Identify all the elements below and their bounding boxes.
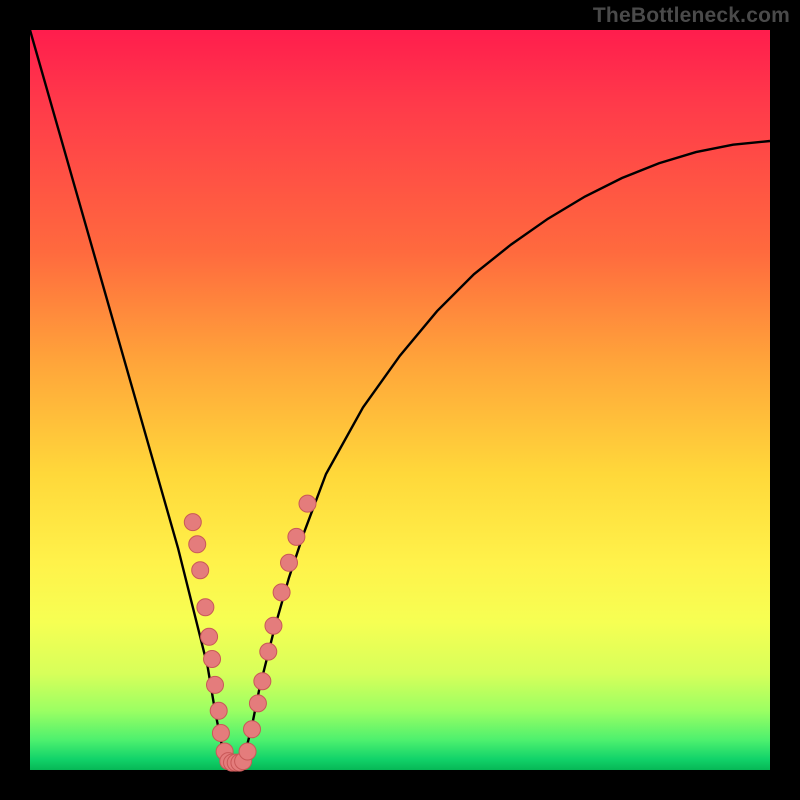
sample-dot [184, 514, 201, 531]
sample-dot [299, 495, 316, 512]
sample-dot [273, 584, 290, 601]
sample-dot [249, 695, 266, 712]
sample-dot [239, 743, 256, 760]
sample-dot [210, 702, 227, 719]
sample-dot [212, 725, 229, 742]
sample-dot [265, 617, 282, 634]
sample-dot [201, 628, 218, 645]
bottleneck-curve [30, 30, 770, 770]
sample-dot [260, 643, 277, 660]
attribution-text: TheBottleneck.com [593, 4, 790, 28]
plot-area [30, 30, 770, 770]
sample-dot [281, 554, 298, 571]
sample-dot [192, 562, 209, 579]
sample-dots [184, 495, 316, 771]
sample-dot [254, 673, 271, 690]
sample-dot [288, 528, 305, 545]
sample-dot [204, 651, 221, 668]
sample-dot [207, 676, 224, 693]
sample-dot [189, 536, 206, 553]
sample-dot [244, 721, 261, 738]
sample-dot [197, 599, 214, 616]
chart-frame: TheBottleneck.com [0, 0, 800, 800]
bottleneck-curve-svg [30, 30, 770, 770]
